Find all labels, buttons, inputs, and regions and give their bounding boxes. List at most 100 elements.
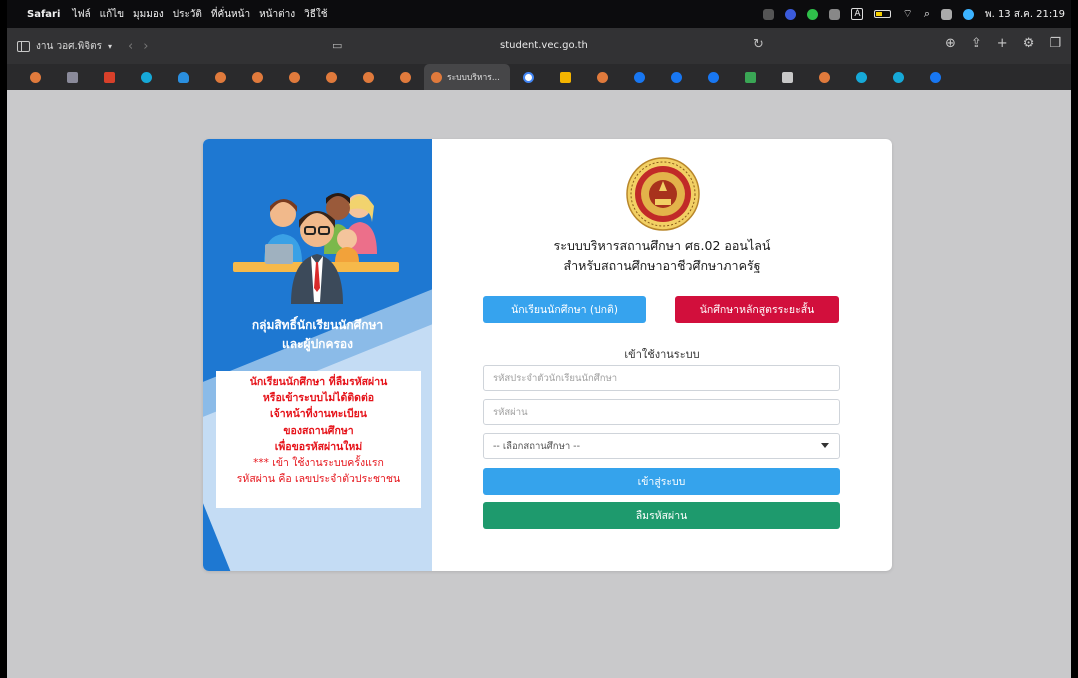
forgot-password-button[interactable]: ลืมรหัสผ่าน (483, 502, 840, 529)
menu-history[interactable]: ประวัติ (173, 7, 202, 22)
status-tray: A ⌔ ⌕ พ. 13 ส.ค. 21:19 (763, 0, 1065, 28)
google-icon (523, 71, 534, 83)
menu-bookmarks[interactable]: ที่คั่นหน้า (211, 7, 250, 22)
tab[interactable] (917, 64, 954, 90)
active-tab-title: ระบบบริหาร... (447, 73, 500, 83)
system-title: ระบบบริหารสถานศึกษา ศธ.02 ออนไลน์ สำหรับ… (432, 236, 892, 276)
tab[interactable] (695, 64, 732, 90)
login-form: ระบบบริหารสถานศึกษา ศธ.02 ออนไลน์ สำหรับ… (432, 139, 892, 571)
app-tray-icon[interactable] (763, 8, 775, 20)
password-input[interactable]: รหัสผ่าน (483, 399, 840, 425)
tab-group: งาน วอศ.พิจิตร ▾ ‹ › (17, 39, 148, 54)
menu-edit[interactable]: แก้ไข (100, 7, 124, 22)
menu-safari[interactable]: Safari (27, 9, 60, 20)
password-notice: นักเรียนนักศึกษา ที่ลืมรหัสผ่าน หรือเข้า… (216, 371, 421, 508)
notice-line: หรือเข้าระบบไม่ได้ติดต่อ (262, 392, 375, 405)
tab[interactable] (880, 64, 917, 90)
notice-line: เจ้าหน้าที่งานทะเบียน (270, 408, 367, 421)
gear-icon[interactable]: ⚙ (1023, 36, 1035, 51)
new-tab-icon[interactable]: + (997, 36, 1008, 51)
tab[interactable] (510, 64, 547, 90)
tab[interactable] (239, 64, 276, 90)
tab[interactable] (547, 64, 584, 90)
favicon-icon (30, 71, 41, 83)
tab[interactable] (91, 64, 128, 90)
favicon-icon (178, 71, 189, 83)
forward-icon[interactable]: › (143, 39, 148, 54)
chevron-down-icon (821, 443, 829, 448)
favicon-icon (252, 71, 263, 83)
menu-bar: Safari ไฟล์ แก้ไข มุมมอง ประวัติ ที่คั่น… (7, 0, 1071, 28)
login-heading: เข้าใช้งานระบบ (624, 348, 700, 361)
search-icon[interactable]: ⌕ (924, 7, 930, 21)
facebook-icon (930, 71, 941, 83)
tab[interactable] (17, 64, 54, 90)
tab[interactable] (128, 64, 165, 90)
favicon-icon (819, 71, 830, 83)
share-icon[interactable]: ⇪ (971, 36, 982, 51)
reload-icon[interactable]: ↻ (753, 37, 764, 52)
info-panel: กลุ่มสิทธิ์นักเรียนนักศึกษา และผู้ปกครอง… (203, 139, 432, 571)
chevron-down-icon[interactable]: ▾ (108, 42, 112, 51)
group-title: กลุ่มสิทธิ์นักเรียนนักศึกษา และผู้ปกครอง (203, 316, 432, 354)
tab[interactable] (313, 64, 350, 90)
tab[interactable] (621, 64, 658, 90)
back-icon[interactable]: ‹ (128, 39, 133, 54)
student-id-input[interactable]: รหัสประจำตัวนักเรียนนักศึกษา (483, 365, 840, 391)
tab[interactable] (165, 64, 202, 90)
favicon-icon (363, 71, 374, 83)
institution-select[interactable]: -- เลือกสถานศึกษา -- (483, 433, 840, 459)
first-login-line: *** เข้า ใช้งานระบบครั้งแรก (253, 457, 384, 470)
facebook-icon (671, 71, 682, 83)
tab-group-label[interactable]: งาน วอศ.พิจิตร (36, 39, 102, 54)
favicon-icon (431, 71, 442, 83)
favicon-icon (400, 71, 411, 83)
browser-toolbar: งาน วอศ.พิจิตร ▾ ‹ › ▭ student.vec.go.th… (7, 28, 1071, 64)
group-title-line: และผู้ปกครอง (282, 337, 353, 351)
wifi-icon[interactable]: ⌔ (902, 7, 912, 21)
control-center-icon[interactable] (941, 8, 952, 20)
tab[interactable] (387, 64, 424, 90)
tab[interactable] (584, 64, 621, 90)
tab-overview-icon[interactable]: ❐ (1049, 36, 1061, 51)
menu-help[interactable]: วิธีใช้ (304, 7, 327, 22)
menu-view[interactable]: มุมมอง (133, 7, 164, 22)
shield-icon[interactable] (829, 8, 841, 20)
tab[interactable] (732, 64, 769, 90)
menu-window[interactable]: หน้าต่าง (259, 7, 295, 22)
notice-line: นักเรียนนักศึกษา ที่ลืมรหัสผ่าน (249, 376, 388, 388)
facebook-icon (634, 71, 645, 83)
login-button[interactable]: เข้าสู่ระบบ (483, 468, 840, 495)
tab-active[interactable]: ระบบบริหาร... (424, 64, 510, 90)
canva-icon (893, 71, 904, 83)
menu-file[interactable]: ไฟล์ (72, 7, 90, 22)
screen: Safari ไฟล์ แก้ไข มุมมอง ประวัติ ที่คั่น… (7, 0, 1071, 678)
tab[interactable] (769, 64, 806, 90)
title-line: ระบบบริหารสถานศึกษา ศธ.02 ออนไลน์ (553, 238, 771, 253)
battery-icon[interactable] (874, 10, 892, 18)
clock[interactable]: พ. 13 ส.ค. 21:19 (985, 7, 1065, 22)
zoom-icon[interactable] (785, 8, 797, 20)
sidebar-toggle-icon[interactable] (17, 41, 30, 52)
download-icon[interactable]: ⊕ (945, 36, 956, 51)
reader-icon[interactable]: ▭ (332, 39, 345, 52)
tab[interactable] (350, 64, 387, 90)
siri-icon[interactable] (963, 8, 974, 20)
facebook-icon (708, 71, 719, 83)
favicon-icon (67, 71, 78, 83)
input-source-icon[interactable]: A (851, 8, 864, 20)
line-icon[interactable] (807, 8, 819, 20)
tab[interactable] (843, 64, 880, 90)
tab[interactable] (806, 64, 843, 90)
gmail-icon (782, 71, 793, 83)
short-course-button[interactable]: นักศึกษาหลักสูตรระยะสั้น (675, 296, 839, 323)
tab[interactable] (202, 64, 239, 90)
address-bar[interactable]: student.vec.go.th (500, 40, 588, 51)
drive-icon (560, 71, 571, 83)
tab[interactable] (54, 64, 91, 90)
first-login-line: รหัสผ่าน คือ เลขประจำตัวประชาชน (236, 473, 401, 486)
tab-bar: ระบบบริหาร... (7, 64, 1071, 90)
tab[interactable] (276, 64, 313, 90)
tab[interactable] (658, 64, 695, 90)
regular-student-button[interactable]: นักเรียนนักศึกษา (ปกติ) (483, 296, 646, 323)
